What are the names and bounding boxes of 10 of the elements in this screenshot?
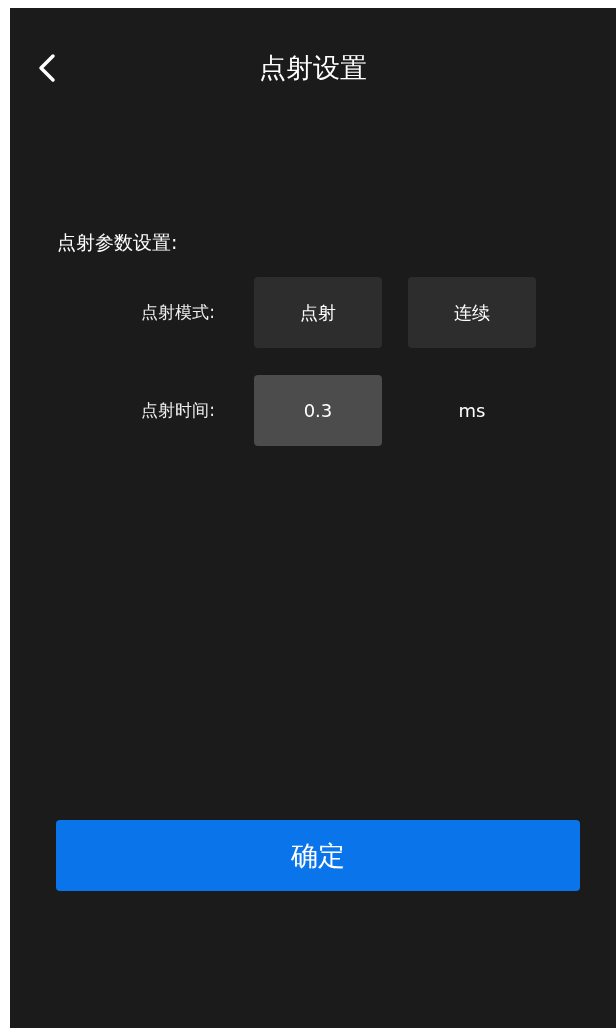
unit-label: ms <box>457 400 487 421</box>
chevron-left-icon <box>37 53 57 83</box>
time-label: 点射时间: <box>140 399 215 422</box>
time-input-field[interactable]: 0.3 <box>254 375 382 446</box>
mode-label: 点射模式: <box>140 301 215 324</box>
mode-option-button[interactable]: 连续 <box>408 277 536 348</box>
confirm-button[interactable]: 确定 <box>56 820 580 891</box>
section-title: 点射参数设置: <box>57 230 179 255</box>
page-title: 点射设置 <box>259 51 367 85</box>
mode-option-button[interactable]: 点射 <box>254 277 382 348</box>
